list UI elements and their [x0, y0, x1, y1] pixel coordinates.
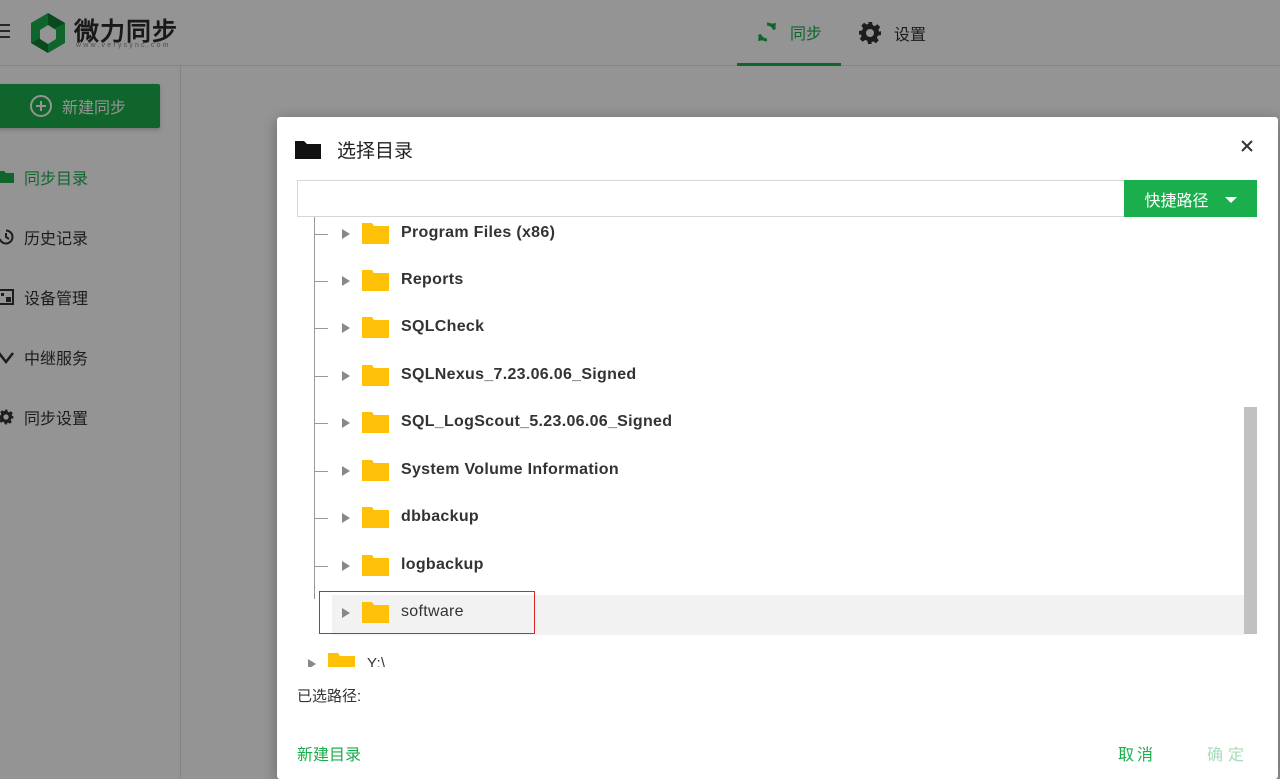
expand-arrow-icon[interactable]: [342, 323, 350, 333]
expand-arrow-icon[interactable]: [308, 659, 316, 667]
quick-path-button[interactable]: 快捷路径: [1124, 180, 1257, 217]
dialog-title: 选择目录: [295, 136, 413, 163]
directory-tree: Program Files (x86) Reports SQLCheck SQL…: [297, 217, 1257, 637]
confirm-button[interactable]: 确定: [1207, 741, 1249, 765]
tree-item-drive[interactable]: Y:\: [297, 637, 1245, 667]
quick-path-label: 快捷路径: [1144, 192, 1209, 210]
cancel-button[interactable]: 取消: [1118, 741, 1156, 765]
path-input[interactable]: [297, 180, 1125, 217]
close-icon[interactable]: [1238, 137, 1256, 155]
folder-icon: [362, 555, 389, 576]
tree-item[interactable]: SQLCheck: [297, 310, 1245, 350]
select-directory-dialog: 选择目录 快捷路径 Program Files (x86) Reports SQ…: [277, 117, 1278, 779]
caret-down-icon: [1224, 196, 1237, 203]
expand-arrow-icon[interactable]: [342, 418, 350, 428]
tree-item-name: SQLCheck: [401, 318, 485, 335]
folder-icon: [362, 412, 389, 433]
folder-icon: [362, 507, 389, 528]
tree-item-name: System Volume Information: [401, 461, 619, 478]
expand-arrow-icon[interactable]: [342, 513, 350, 523]
tree-drive-row: Y:\: [297, 637, 1257, 667]
tree-item-name: Reports: [401, 271, 464, 288]
tree-item-name: SQL_LogScout_5.23.06.06_Signed: [401, 413, 673, 430]
folder-icon: [362, 460, 389, 481]
path-row: 快捷路径: [297, 180, 1257, 217]
tree-item-name: dbbackup: [401, 508, 479, 525]
tree-item[interactable]: Program Files (x86): [297, 217, 1245, 256]
tree-item[interactable]: logbackup: [297, 548, 1245, 588]
tree-item-name: logbackup: [401, 556, 484, 573]
expand-arrow-icon[interactable]: [342, 561, 350, 571]
expand-arrow-icon[interactable]: [342, 608, 350, 618]
tree-scrollbar[interactable]: [1244, 407, 1257, 634]
tree-item[interactable]: dbbackup: [297, 500, 1245, 540]
tree-item[interactable]: System Volume Information: [297, 453, 1245, 493]
dialog-title-text: 选择目录: [337, 141, 414, 162]
tree-item-name: software: [401, 603, 464, 620]
expand-arrow-icon[interactable]: [342, 371, 350, 381]
folder-icon: [328, 653, 355, 667]
expand-arrow-icon[interactable]: [342, 229, 350, 239]
folder-icon: [295, 140, 321, 159]
folder-icon: [362, 223, 389, 244]
tree-item[interactable]: Reports: [297, 263, 1245, 303]
selected-path-label: 已选路径:: [297, 688, 362, 705]
new-directory-button[interactable]: 新建目录: [297, 741, 361, 765]
tree-item-name: SQLNexus_7.23.06.06_Signed: [401, 366, 637, 383]
tree-item-name: Program Files (x86): [401, 224, 556, 241]
tree-item[interactable]: SQL_LogScout_5.23.06.06_Signed: [297, 405, 1245, 445]
tree-item[interactable]: SQLNexus_7.23.06.06_Signed: [297, 358, 1245, 398]
expand-arrow-icon[interactable]: [342, 466, 350, 476]
folder-icon: [362, 602, 389, 623]
expand-arrow-icon[interactable]: [342, 276, 350, 286]
folder-icon: [362, 365, 389, 386]
folder-icon: [362, 317, 389, 338]
tree-item-software[interactable]: software: [332, 595, 1245, 635]
folder-icon: [362, 270, 389, 291]
tree-item-name: Y:\: [367, 655, 386, 667]
